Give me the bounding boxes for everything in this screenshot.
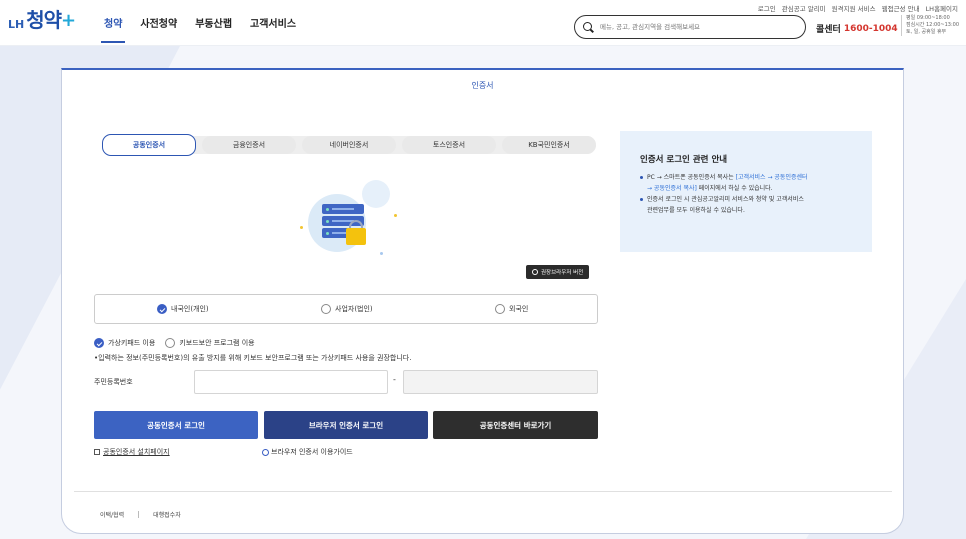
guide-item-copy: PC → 스마트폰 공동인증서 복사는 [고객서비스 → 공동인증센터 → 공동… (640, 172, 852, 194)
certificate-login-panel: 인증서 공동인증서 금융인증서 네이버인증서 토스인증서 KB국민인증서 권장브… (61, 68, 904, 534)
install-page-link[interactable]: 공동인증서 설치페이지 (94, 447, 170, 457)
recommended-browser-button[interactable]: 권장브라우저 버전 (526, 265, 590, 279)
page-title: 인증서 (471, 81, 494, 90)
ssn-dash: - (393, 375, 396, 384)
input-method-options: 가상키패드 이용 키보드보안 프로그램 이용 (94, 338, 255, 348)
radio-label: 사업자(법인) (335, 305, 373, 313)
sparkle-dot (380, 252, 383, 255)
search-icon[interactable] (583, 21, 594, 33)
footer-link-partner[interactable]: 이택/협력 (100, 510, 124, 519)
certificate-illustration (294, 176, 404, 266)
radio-icon (321, 304, 331, 314)
lock-icon (346, 228, 366, 245)
tab-financial-certificate[interactable]: 금융인증서 (202, 136, 296, 154)
sparkle-dot (300, 226, 303, 229)
ssn-back-input[interactable] (403, 370, 598, 394)
radio-virtual-keypad[interactable]: 가상키패드 이용 (94, 338, 155, 348)
tab-naver-certificate[interactable]: 네이버인증서 (302, 136, 396, 154)
radio-domestic-individual[interactable]: 내국인(개인) (157, 304, 209, 314)
util-link-remote[interactable]: 원격지원 서비스 (832, 3, 876, 13)
browser-guide-link[interactable]: 브라우저 인증서 이용가이드 (262, 447, 353, 457)
nav-item-customer-service[interactable]: 고객서비스 (250, 15, 296, 43)
guide-title: 인증서 로그인 관련 안내 (640, 155, 728, 165)
certificate-center-shortcut-button[interactable]: 공동인증센터 바로가기 (433, 411, 598, 439)
utility-links: 로그인 관심공고 알리미 원격지원 서비스 웹접근성 안내 LH홈페이지 (758, 3, 958, 13)
divider (74, 491, 892, 492)
callcenter-hours-weekday: 평일 09:00~18:00 (906, 15, 950, 21)
callcenter-hours-lunch: 점심시간 12:00~13:00 (906, 22, 959, 28)
callcenter-number: 1600-1004 (843, 23, 898, 34)
callcenter-hours-holiday: 토, 일, 공휴일 휴무 (906, 29, 947, 35)
guide-item-service: 인증서 로그인 시 관심공고알리미 서비스와 청약 및 고객서비스 관련업무를 … (640, 194, 852, 216)
nav-item-subscription[interactable]: 청약 (100, 15, 126, 43)
footer-link-agent[interactable]: 대행접수자 (153, 510, 181, 519)
radio-icon (165, 338, 176, 348)
sparkle-dot (394, 214, 397, 217)
radio-checked-icon (157, 304, 167, 314)
guide-highlight[interactable]: → 공동인증서 복사] (647, 185, 697, 192)
main-nav: 청약 사전청약 부동산랩 고객서비스 (100, 15, 296, 43)
browser-certificate-login-button[interactable]: 브라우저 인증서 로그인 (264, 411, 428, 439)
radio-keyboard-security[interactable]: 키보드보안 프로그램 이용 (165, 338, 255, 348)
illustration-circle-small (362, 180, 390, 208)
ssn-front-input[interactable] (194, 370, 388, 394)
callcenter-label: 콜센터 (816, 25, 841, 35)
site-header: 로그인 관심공고 알리미 원격지원 서비스 웹접근성 안내 LH홈페이지 LH … (0, 0, 966, 46)
util-link-accessibility[interactable]: 웹접근성 안내 (882, 3, 920, 13)
browser-guide-link-label: 브라우저 인증서 이용가이드 (271, 448, 353, 456)
guide-text: PC → 스마트폰 공동인증서 복사는 (647, 174, 736, 181)
site-logo[interactable]: LH 청약 + (8, 10, 76, 30)
radio-checked-icon (94, 338, 104, 348)
guide-text: 페이지에서 하실 수 있습니다. (696, 185, 773, 192)
logo-lh: LH (8, 18, 25, 31)
tab-joint-certificate[interactable]: 공동인증서 (102, 134, 196, 156)
search-input[interactable] (600, 23, 790, 31)
install-page-link-label: 공동인증서 설치페이지 (103, 448, 170, 456)
external-link-icon (94, 449, 100, 455)
tab-toss-certificate[interactable]: 토스인증서 (402, 136, 496, 154)
radio-label: 가상키패드 이용 (108, 339, 156, 347)
info-icon (262, 448, 269, 456)
radio-foreigner[interactable]: 외국인 (495, 304, 528, 314)
certificate-guide-box: 인증서 로그인 관련 안내 PC → 스마트폰 공동인증서 복사는 [고객서비스… (620, 131, 872, 252)
recommended-browser-label: 권장브라우저 버전 (541, 270, 584, 276)
server-icon (322, 204, 364, 214)
radio-business-corporate[interactable]: 사업자(법인) (321, 304, 373, 314)
guide-highlight[interactable]: [고객서비스 → 공동인증센터 (736, 174, 808, 181)
footer-separator (138, 511, 140, 518)
joint-certificate-login-button[interactable]: 공동인증서 로그인 (94, 411, 258, 439)
search-box[interactable] (574, 15, 806, 39)
tab-kb-certificate[interactable]: KB국민인증서 (502, 136, 596, 154)
util-link-alert[interactable]: 관심공고 알리미 (782, 3, 826, 13)
callcenter: 콜센터 1600-1004 (816, 22, 898, 36)
radio-label: 내국인(개인) (171, 305, 209, 313)
radio-icon (495, 304, 505, 314)
user-type-selector: 내국인(개인) 사업자(법인) 외국인 (94, 294, 598, 324)
ssn-label: 주민등록번호 (94, 378, 133, 386)
guide-text: 인증서 로그인 시 관심공고알리미 서비스와 청약 및 고객서비스 (647, 196, 804, 203)
util-link-login[interactable]: 로그인 (758, 3, 776, 13)
info-icon (532, 269, 538, 275)
util-link-lh-home[interactable]: LH홈페이지 (926, 3, 958, 13)
footer-links: 이택/협력 대행접수자 (100, 510, 181, 519)
security-notice: •입력하는 정보(주민등록번호)의 유출 방지를 위해 키보드 보안프로그램 또… (94, 354, 412, 362)
logo-text: 청약 (26, 8, 62, 32)
callcenter-hours: 평일 09:00~18:00 점심시간 12:00~13:00 토, 일, 공휴… (901, 15, 959, 36)
radio-label: 외국인 (509, 305, 529, 313)
nav-item-pre-subscription[interactable]: 사전청약 (140, 15, 177, 43)
radio-label: 키보드보안 프로그램 이용 (179, 339, 255, 347)
logo-plus: + (61, 10, 77, 31)
guide-text: 관련업무를 모두 이용하실 수 있습니다. (647, 207, 745, 214)
certificate-tabs: 공동인증서 금융인증서 네이버인증서 토스인증서 KB국민인증서 (102, 134, 596, 156)
nav-item-realestate-lab[interactable]: 부동산랩 (195, 15, 232, 43)
